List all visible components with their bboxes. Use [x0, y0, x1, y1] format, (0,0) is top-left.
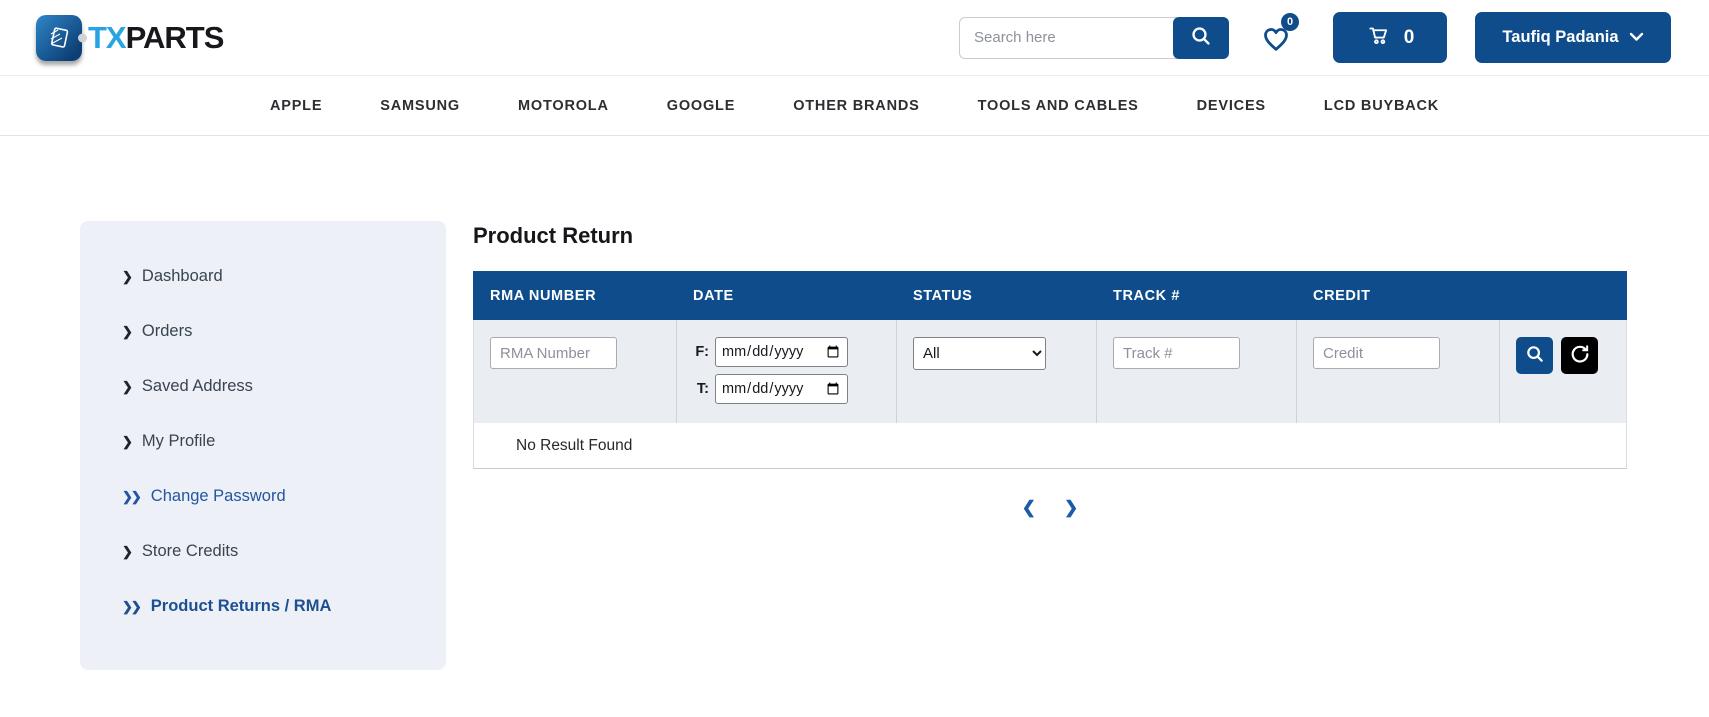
nav-item-apple[interactable]: APPLE: [270, 98, 322, 114]
date-from-input[interactable]: [715, 337, 848, 367]
date-to-label: T:: [693, 381, 709, 397]
empty-result-text: No Result Found: [516, 437, 632, 455]
sidebar-item-label: Orders: [142, 322, 192, 341]
search-icon: [1189, 24, 1213, 51]
logo-dot: [78, 33, 87, 42]
wishlist-count-badge: 0: [1281, 13, 1299, 31]
pagination: ❮ ❯: [473, 499, 1627, 516]
track-number-filter-input[interactable]: [1113, 337, 1240, 369]
chevron-right-icon: ❯: [122, 434, 131, 450]
cart-count: 0: [1404, 27, 1415, 49]
nav-item-other-brands[interactable]: OTHER BRANDS: [793, 98, 919, 114]
account-sidebar: ❯ Dashboard ❯ Orders ❯ Saved Address ❯ M…: [80, 221, 446, 670]
sidebar-item-product-returns-rma[interactable]: ❯❯ Product Returns / RMA: [122, 579, 426, 634]
reset-filter-button[interactable]: [1561, 337, 1598, 374]
chevron-right-icon: ❯: [122, 544, 131, 560]
heart-icon: [1259, 42, 1293, 59]
sidebar-item-dashboard[interactable]: ❯ Dashboard: [122, 249, 426, 304]
date-from-label: F:: [693, 344, 709, 360]
column-header-status: STATUS: [896, 288, 1096, 304]
filter-cell-status: All: [897, 320, 1097, 423]
logo[interactable]: TXPARTS: [36, 15, 223, 61]
search-icon: [1524, 343, 1546, 368]
sidebar-item-label: Saved Address: [142, 377, 253, 396]
nav-item-motorola[interactable]: MOTOROLA: [518, 98, 609, 114]
table-header-row: RMA NUMBER DATE STATUS TRACK # CREDIT: [473, 271, 1627, 320]
double-chevron-right-icon: ❯❯: [122, 599, 140, 615]
search-input[interactable]: [959, 17, 1177, 59]
date-to-input[interactable]: [715, 374, 848, 404]
main-nav: APPLE SAMSUNG MOTOROLA GOOGLE OTHER BRAN…: [0, 75, 1709, 136]
wishlist-button[interactable]: 0: [1259, 21, 1293, 55]
rma-number-filter-input[interactable]: [490, 337, 617, 369]
refresh-icon: [1569, 343, 1591, 368]
chevron-down-icon: [1629, 28, 1644, 47]
sidebar-item-label: Product Returns / RMA: [151, 597, 332, 616]
product-return-table: RMA NUMBER DATE STATUS TRACK # CREDIT F:: [473, 271, 1627, 469]
cart-icon: [1366, 22, 1392, 54]
filter-cell-rma: [474, 320, 677, 423]
sidebar-item-orders[interactable]: ❯ Orders: [122, 304, 426, 359]
column-header-track: TRACK #: [1096, 288, 1296, 304]
filter-cell-date: F: T:: [677, 320, 897, 423]
cart-button[interactable]: 0: [1333, 12, 1447, 63]
double-chevron-right-icon: ❯❯: [122, 489, 140, 505]
search-bar: [959, 17, 1229, 59]
sidebar-item-store-credits[interactable]: ❯ Store Credits: [122, 524, 426, 579]
logo-text-parts: PARTS: [126, 20, 224, 55]
column-header-rma-number: RMA NUMBER: [473, 288, 676, 304]
table-filter-row: F: T: All: [473, 320, 1627, 423]
nav-item-samsung[interactable]: SAMSUNG: [380, 98, 460, 114]
search-button[interactable]: [1173, 17, 1229, 59]
chevron-right-icon: ❯: [122, 379, 131, 395]
nav-item-lcd-buyback[interactable]: LCD BUYBACK: [1324, 98, 1439, 114]
column-header-date: DATE: [676, 288, 896, 304]
main-panel: Product Return RMA NUMBER DATE STATUS TR…: [473, 221, 1627, 516]
sidebar-item-label: My Profile: [142, 432, 215, 451]
sidebar-item-my-profile[interactable]: ❯ My Profile: [122, 414, 426, 469]
column-header-credit: CREDIT: [1296, 288, 1499, 304]
page-title: Product Return: [473, 223, 1627, 249]
user-name: Taufiq Padania: [1502, 28, 1618, 47]
logo-text-tx: TX: [88, 20, 126, 55]
header: TXPARTS 0: [0, 0, 1709, 75]
sidebar-item-label: Dashboard: [142, 267, 223, 286]
apply-filter-button[interactable]: [1516, 337, 1553, 374]
pagination-next-icon[interactable]: ❯: [1064, 499, 1078, 516]
nav-item-devices[interactable]: DEVICES: [1197, 98, 1266, 114]
filter-cell-actions: [1500, 320, 1626, 423]
nav-item-google[interactable]: GOOGLE: [667, 98, 735, 114]
empty-result-row: No Result Found: [473, 423, 1627, 469]
pagination-prev-icon[interactable]: ❮: [1022, 499, 1036, 516]
sidebar-item-label: Change Password: [151, 487, 286, 506]
status-filter-select[interactable]: All: [913, 337, 1046, 370]
credit-filter-input[interactable]: [1313, 337, 1440, 369]
sidebar-item-label: Store Credits: [142, 542, 238, 561]
sidebar-item-change-password[interactable]: ❯❯ Change Password: [122, 469, 426, 524]
filter-cell-credit: [1297, 320, 1500, 423]
logo-text: TXPARTS: [88, 22, 223, 53]
chevron-right-icon: ❯: [122, 324, 131, 340]
chevron-right-icon: ❯: [122, 269, 131, 285]
sidebar-item-saved-address[interactable]: ❯ Saved Address: [122, 359, 426, 414]
nav-item-tools-and-cables[interactable]: TOOLS AND CABLES: [978, 98, 1139, 114]
filter-cell-track: [1097, 320, 1297, 423]
user-menu-button[interactable]: Taufiq Padania: [1475, 12, 1671, 63]
logo-icon: [36, 15, 82, 61]
